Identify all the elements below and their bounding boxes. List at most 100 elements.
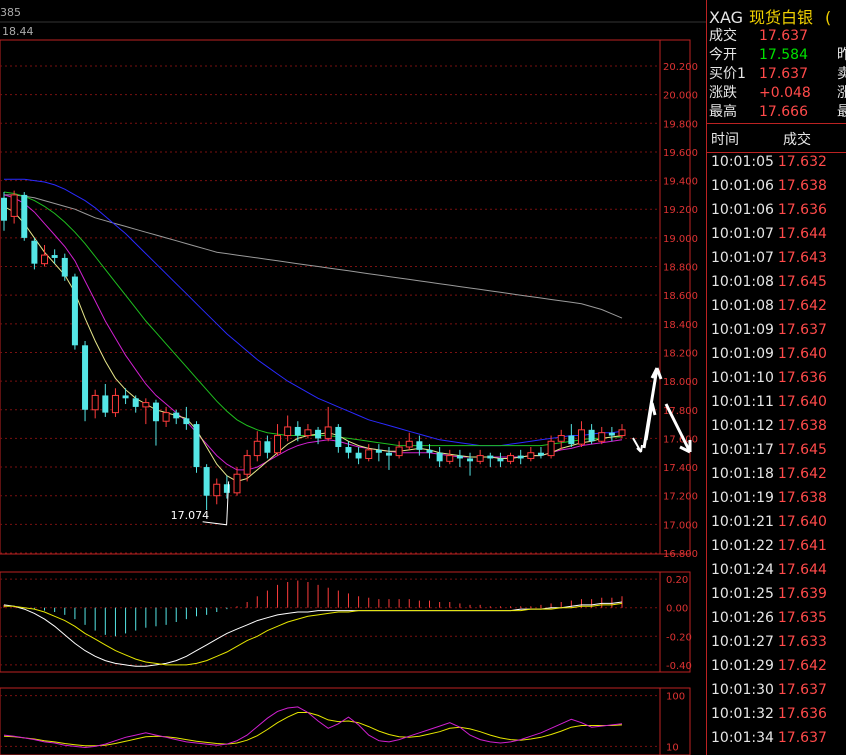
tick-price: 17.644 xyxy=(777,562,827,578)
tick-price: 17.642 xyxy=(777,466,827,482)
tick-row: 10:01:17 17.645 xyxy=(711,438,827,462)
tick-time: 10:01:29 xyxy=(711,658,774,674)
candle xyxy=(385,447,392,470)
tick-time: 10:01:11 xyxy=(711,394,774,410)
tick-time: 10:01:22 xyxy=(711,538,774,554)
candle xyxy=(173,409,180,425)
candle xyxy=(395,441,403,459)
candle xyxy=(122,388,129,405)
candle-body xyxy=(588,429,595,442)
quote-value: 17.637 xyxy=(759,66,808,82)
ma-magenta-line xyxy=(3,194,623,471)
candle-body xyxy=(213,483,221,497)
candle-body xyxy=(577,429,585,445)
tick-price: 17.645 xyxy=(777,442,827,458)
candle xyxy=(436,447,443,468)
tick-price: 17.637 xyxy=(777,682,827,698)
tick-row: 10:01:08 17.642 xyxy=(711,294,827,318)
candle-body xyxy=(223,484,230,493)
ma-yellow-line xyxy=(3,205,623,482)
candle-body xyxy=(487,455,494,459)
tick-time: 10:01:26 xyxy=(711,610,774,626)
quote-extra: 涨 xyxy=(837,85,846,101)
candle xyxy=(598,426,606,445)
candle-body xyxy=(111,394,119,414)
tick-price: 17.644 xyxy=(777,226,827,242)
tick-time: 10:01:10 xyxy=(711,370,774,386)
tick-time: 10:01:08 xyxy=(711,298,774,314)
tick-time: 10:01:34 xyxy=(711,730,774,746)
osc-tick-label: 100 xyxy=(666,692,685,703)
price-tick-label: 18.400 xyxy=(663,320,698,331)
tick-row: 10:01:09 17.640 xyxy=(711,342,827,366)
candle-body xyxy=(41,254,49,265)
candle xyxy=(264,435,271,459)
candle-body xyxy=(294,426,301,436)
candle xyxy=(324,406,332,442)
candle xyxy=(487,452,494,468)
macd-panel-frame xyxy=(0,571,691,673)
moving-averages xyxy=(3,178,623,482)
tick-row: 10:01:21 17.640 xyxy=(711,510,827,534)
tick-time: 10:01:07 xyxy=(711,250,774,266)
tick-price: 17.637 xyxy=(777,322,827,338)
candle-body xyxy=(264,441,271,453)
tick-price: 17.642 xyxy=(777,658,827,674)
candle xyxy=(213,478,221,505)
tick-price: 17.645 xyxy=(777,274,827,290)
candle-body xyxy=(203,467,210,496)
candle-body xyxy=(82,345,89,410)
candle xyxy=(517,449,524,465)
tick-row: 10:01:24 17.644 xyxy=(711,558,827,582)
quote-value: 17.584 xyxy=(759,47,808,63)
candle-body xyxy=(598,432,606,442)
tick-time: 10:01:06 xyxy=(711,178,774,194)
price-tick-label: 19.000 xyxy=(663,234,698,245)
kline-chart[interactable]: 385 18.44 20.200 20.000 19.800 19.600 19.400… xyxy=(0,0,706,755)
candle-body xyxy=(253,440,261,457)
candle-body xyxy=(517,455,524,459)
tick-time: 10:01:30 xyxy=(711,682,774,698)
tick-time: 10:01:08 xyxy=(711,274,774,290)
candle xyxy=(233,467,241,496)
macd-tick-label: -0.20 xyxy=(666,632,692,643)
price-axis-labels: 20.200 20.000 19.800 19.600 19.400 19.200 19.0… xyxy=(663,62,698,560)
candle-body xyxy=(10,194,18,217)
tick-row: 10:01:11 17.640 xyxy=(711,390,827,414)
price-tick-label: 18.800 xyxy=(663,263,698,274)
candle xyxy=(608,426,615,442)
quote-extra: 昨 xyxy=(837,47,846,63)
tick-row: 10:01:26 17.635 xyxy=(711,606,827,630)
quote-value: 17.666 xyxy=(759,104,808,120)
macd-tick-label: 0.00 xyxy=(666,604,688,615)
tick-time: 10:01:18 xyxy=(711,466,774,482)
tick-row: 10:01:18 17.642 xyxy=(711,462,827,486)
candle xyxy=(91,389,99,419)
ticks-header-time: 时间 xyxy=(711,132,739,148)
tick-price: 17.637 xyxy=(777,730,827,746)
candle xyxy=(102,383,109,417)
tick-time: 10:01:27 xyxy=(711,634,774,650)
tick-row: 10:01:09 17.637 xyxy=(711,318,827,342)
osc-tick-label: 10 xyxy=(666,742,679,753)
tick-row: 10:01:27 17.633 xyxy=(711,630,827,654)
arrow-down-small-icon xyxy=(632,437,643,453)
tick-row: 10:01:07 17.644 xyxy=(711,222,827,246)
candle-body xyxy=(1,197,7,221)
candle-body xyxy=(537,452,544,456)
tick-time: 10:01:09 xyxy=(711,322,774,338)
tick-row: 10:01:12 17.638 xyxy=(711,414,827,438)
macd-tick-label: 0.20 xyxy=(666,575,688,586)
tick-row: 10:01:06 17.636 xyxy=(711,198,827,222)
quote-extra: 卖 xyxy=(837,66,846,82)
candle-body xyxy=(365,449,373,459)
macd-dif-line xyxy=(3,601,623,667)
candle xyxy=(10,190,18,224)
price-tick-label: 18.600 xyxy=(663,291,698,302)
candle-body xyxy=(446,455,454,462)
candle-body xyxy=(162,412,170,422)
tick-price: 17.640 xyxy=(777,394,827,410)
candle xyxy=(223,475,230,499)
tick-price: 17.642 xyxy=(777,298,827,314)
quote-label: 涨跌 xyxy=(709,85,737,101)
